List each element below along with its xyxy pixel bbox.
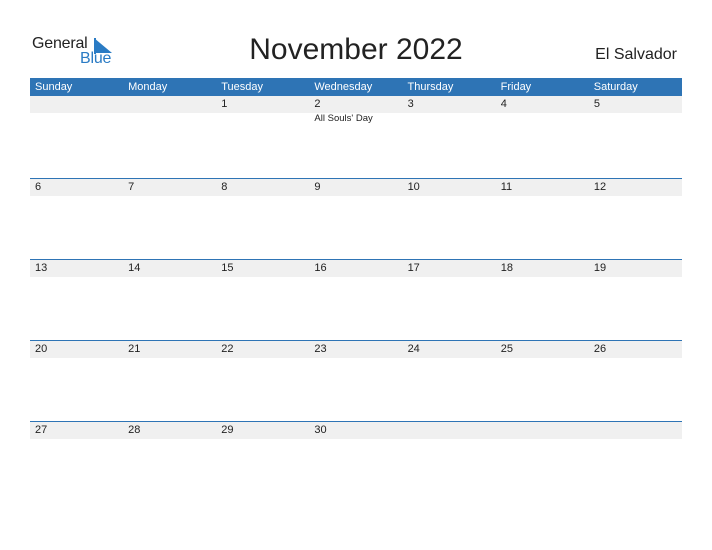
day-cell: 5	[589, 96, 682, 113]
day-number: 22	[221, 343, 234, 355]
day-number: 15	[221, 262, 234, 274]
day-number: 28	[128, 424, 141, 436]
weekday-sunday: Sunday	[35, 81, 73, 93]
day-cell: 11	[496, 179, 589, 196]
day-number: 9	[314, 181, 321, 193]
day-cell: 16	[309, 260, 402, 277]
day-number: 5	[593, 98, 600, 110]
day-number: 14	[128, 262, 141, 274]
day-cell: 1	[216, 96, 309, 113]
day-number: 11	[500, 181, 513, 193]
day-number: 8	[221, 181, 228, 193]
week-row: 13 14 15 16 17 18 19	[30, 259, 682, 339]
day-cell: 12	[589, 179, 682, 196]
day-number: 18	[500, 262, 513, 274]
day-cell: 22	[216, 341, 309, 358]
day-cell: 8	[216, 179, 309, 196]
day-cell: 14	[123, 260, 216, 277]
day-cell: 18	[496, 260, 589, 277]
day-number: 17	[407, 262, 420, 274]
week-row: 20 21 22 23 24 25 26	[30, 340, 682, 420]
holiday-label: All Souls' Day	[314, 113, 373, 124]
day-cell: 7	[123, 179, 216, 196]
day-number: 23	[314, 343, 327, 355]
day-number: 26	[593, 343, 607, 355]
day-cell: 17	[403, 260, 496, 277]
day-cell: 20	[30, 341, 123, 358]
day-number: 3	[407, 98, 414, 110]
weekday-wednesday: Wednesday	[314, 81, 373, 93]
day-cell: 19	[589, 260, 682, 277]
week-row: 6 7 8 9 10 11 12	[30, 178, 682, 258]
day-number: 16	[314, 262, 327, 274]
day-number: 21	[128, 343, 141, 355]
week-row: 27 28 29 30	[30, 421, 682, 501]
weekday-monday: Monday	[128, 81, 168, 93]
day-cell: 25	[496, 341, 589, 358]
weekday-saturday: Saturday	[593, 81, 638, 93]
day-number: 13	[35, 262, 48, 274]
day-number: 24	[407, 343, 420, 355]
day-cell: 21	[123, 341, 216, 358]
weekday-thursday: Thursday	[407, 81, 454, 93]
day-number: 2	[314, 98, 321, 110]
day-cell: 29	[216, 422, 309, 439]
day-cell: 4	[496, 96, 589, 113]
weekday-friday: Friday	[500, 81, 532, 93]
day-number: 27	[35, 424, 48, 436]
day-cell: 13	[30, 260, 123, 277]
day-number: 19	[593, 262, 607, 274]
day-cell: 2 All Souls' Day	[309, 96, 402, 125]
day-number: 7	[128, 181, 135, 193]
day-number: 10	[407, 181, 420, 193]
day-cell: 9	[309, 179, 402, 196]
weekday-header: Sunday Monday Tuesday Wednesday Thursday…	[30, 78, 682, 96]
day-cell: 10	[403, 179, 496, 196]
day-cell: 24	[403, 341, 496, 358]
day-number: 25	[500, 343, 513, 355]
day-cell: 6	[30, 179, 123, 196]
day-cell: 23	[309, 341, 402, 358]
day-cell: 26	[589, 341, 682, 358]
country-name: El Salvador	[595, 46, 677, 63]
day-number: 12	[593, 181, 607, 193]
week-row: 1 2 All Souls' Day 3 4 5	[30, 96, 682, 176]
day-number: 30	[314, 424, 327, 436]
day-number: 20	[35, 343, 48, 355]
day-number: 29	[221, 424, 234, 436]
day-number: 1	[221, 98, 228, 110]
day-cell: 3	[403, 96, 496, 113]
weekday-tuesday: Tuesday	[221, 81, 264, 93]
day-cell: 30	[309, 422, 402, 439]
day-cell: 27	[30, 422, 123, 439]
day-number: 4	[500, 98, 507, 110]
day-number: 6	[35, 181, 42, 193]
day-cell: 28	[123, 422, 216, 439]
day-cell: 15	[216, 260, 309, 277]
